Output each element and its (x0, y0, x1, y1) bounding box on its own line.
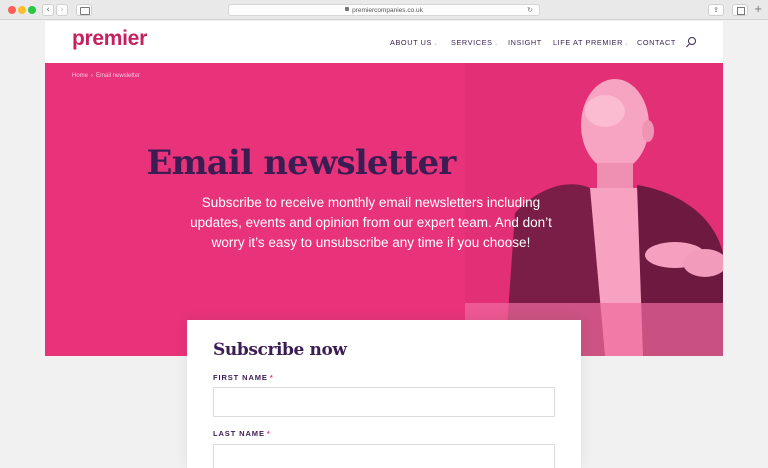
browser-toolbar: ‹ › premiercompanies.co.uk ↻ ⇪ + (0, 0, 768, 20)
forward-button[interactable]: › (56, 4, 68, 16)
new-tab-icon[interactable]: + (754, 5, 768, 17)
nav-label: LIFE AT PREMIER (553, 38, 623, 47)
chevron-down-icon: ⌄ (493, 41, 500, 47)
first-name-label: FIRST NAME * (213, 373, 274, 382)
tab-overview-icon[interactable] (732, 4, 748, 16)
page-title: Email newsletter (146, 143, 456, 183)
last-name-field[interactable] (213, 444, 555, 468)
zoom-window-button[interactable] (28, 6, 36, 14)
form-title: Subscribe now (213, 340, 347, 360)
premier-logo[interactable]: premier (72, 27, 147, 51)
hero-banner: Home › Email newsletter Email newsletter S… (45, 63, 723, 356)
nav-label: CONTACT (637, 38, 676, 47)
last-name-label-text: LAST NAME (213, 429, 265, 438)
nav-label: INSIGHT (508, 38, 542, 47)
hero-intro-text: Subscribe to receive monthly email newsl… (190, 195, 552, 250)
required-marker: * (269, 373, 274, 382)
breadcrumb-home-link[interactable]: Home (72, 73, 88, 79)
subscribe-form-card: Subscribe now FIRST NAME * LAST NAME * (187, 320, 581, 468)
reload-icon[interactable]: ↻ (527, 5, 533, 16)
nav-life-at-premier[interactable]: LIFE AT PREMIER⌄ (553, 38, 630, 47)
site-header: premier ABOUT US⌄ SERVICES⌄ INSIGHT LIFE… (45, 21, 723, 63)
nav-label: ABOUT US (390, 38, 432, 47)
back-button[interactable]: ‹ (42, 4, 54, 16)
nav-about-us[interactable]: ABOUT US⌄ (390, 38, 439, 47)
share-icon[interactable]: ⇪ (708, 4, 724, 16)
minimize-window-button[interactable] (18, 6, 26, 14)
required-marker: * (266, 429, 271, 438)
address-bar-url: premiercompanies.co.uk (352, 7, 423, 14)
nav-contact[interactable]: CONTACT (637, 38, 676, 47)
last-name-label: LAST NAME * (213, 429, 271, 438)
nav-insight[interactable]: INSIGHT (508, 38, 542, 47)
breadcrumb-separator: › (91, 73, 94, 79)
nav-label: SERVICES (451, 38, 493, 47)
breadcrumb-current: Email newsletter (96, 73, 141, 79)
close-window-button[interactable] (8, 6, 16, 14)
breadcrumb: Home › Email newsletter (72, 73, 140, 79)
lock-icon (345, 7, 350, 11)
first-name-field[interactable] (213, 387, 555, 417)
address-bar[interactable]: premiercompanies.co.uk ↻ (228, 4, 540, 16)
first-name-label-text: FIRST NAME (213, 373, 268, 382)
chevron-down-icon: ⌄ (432, 41, 439, 47)
search-icon[interactable] (688, 37, 696, 45)
chevron-down-icon: ⌄ (623, 41, 630, 47)
sidebar-toggle-icon[interactable] (76, 4, 92, 16)
nav-services[interactable]: SERVICES⌄ (451, 38, 499, 47)
